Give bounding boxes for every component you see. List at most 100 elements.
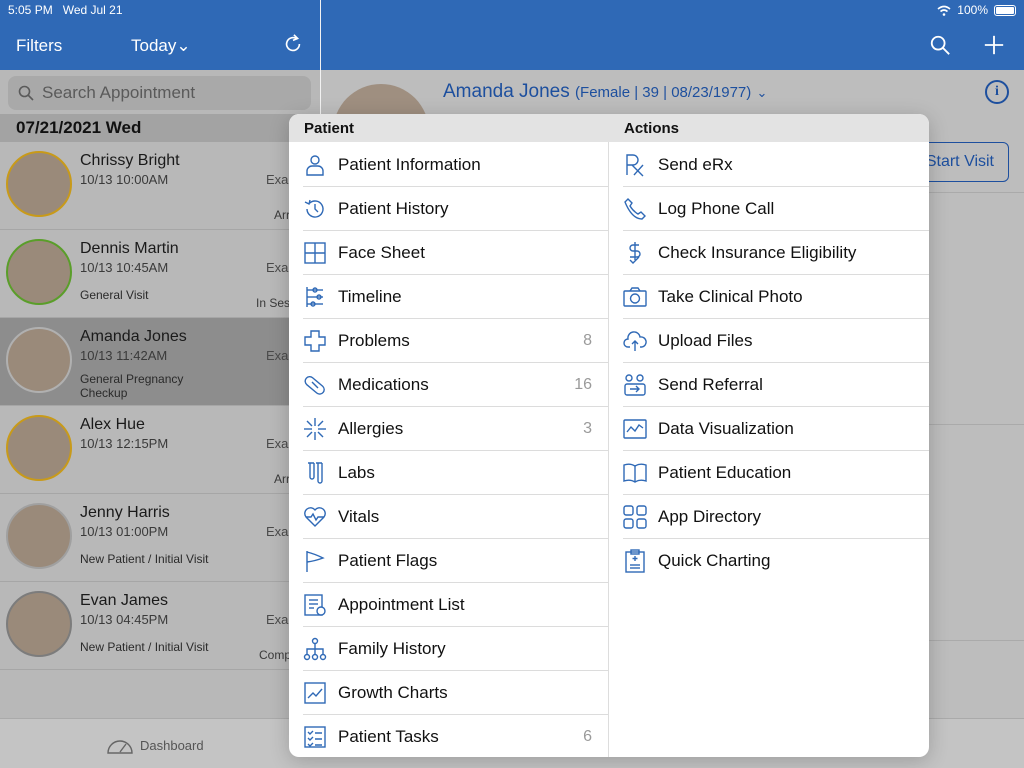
search-icon — [18, 85, 34, 101]
actions-column-title: Actions — [624, 120, 680, 137]
divider — [928, 424, 1024, 425]
appointment-status: Arr — [274, 472, 290, 486]
menu-item-data-visualization[interactable]: Data Visualization — [609, 407, 929, 451]
menu-item-growth-charts[interactable]: Growth Charts — [289, 671, 608, 715]
appointment-name: Alex Hue — [80, 416, 145, 433]
menu-item-label: Send eRx — [658, 155, 733, 174]
menu-item-label: Allergies — [338, 419, 404, 438]
dollar-check-icon — [623, 241, 647, 265]
patient-name: Amanda Jones — [443, 81, 570, 102]
appointment-status: Comp — [259, 648, 292, 662]
chevron-down-icon: ⌄ — [756, 85, 768, 100]
cross-icon — [303, 329, 327, 353]
start-visit-button[interactable]: Start Visit — [916, 142, 1009, 182]
menu-item-labs[interactable]: Labs — [289, 451, 608, 495]
menu-item-label: Log Phone Call — [658, 199, 775, 218]
menu-item-label: Appointment List — [338, 595, 465, 614]
menu-item-appointment-list[interactable]: Appointment List — [289, 583, 608, 627]
filters-button[interactable]: Filters — [16, 36, 62, 56]
checklist-icon — [303, 725, 327, 749]
appointment-list-pane: Search Appointment 07/21/2021 Wed Chriss… — [0, 70, 320, 718]
appointment-visit-type: New Patient / Initial Visit — [80, 552, 209, 566]
menu-item-app-directory[interactable]: App Directory — [609, 495, 929, 539]
appointment-time: 10/13 04:45PM — [80, 612, 169, 627]
search-appointment-input[interactable]: Search Appointment — [8, 76, 311, 110]
menu-item-problems[interactable]: Problems 8 — [289, 319, 608, 363]
appointment-row[interactable]: Jenny Harris 10/13 01:00PM New Patient /… — [0, 494, 320, 582]
menu-item-label: Growth Charts — [338, 683, 448, 702]
appointment-name: Dennis Martin — [80, 240, 179, 257]
appointment-time: 10/13 12:15PM — [80, 436, 169, 451]
appointment-time: 10/13 10:00AM — [80, 172, 169, 187]
menu-item-log-phone-call[interactable]: Log Phone Call — [609, 187, 929, 231]
appointment-room: Exa — [266, 348, 289, 363]
cloud-upload-icon — [623, 329, 647, 353]
appointment-row[interactable]: Alex Hue 10/13 12:15PM Exa Arr — [0, 406, 320, 494]
menu-item-count: 8 — [583, 332, 592, 349]
appointment-room: Exa — [266, 524, 289, 539]
appointment-name: Amanda Jones — [80, 328, 187, 345]
info-icon[interactable]: i — [985, 80, 1009, 104]
search-placeholder: Search Appointment — [42, 83, 196, 102]
menu-item-label: Take Clinical Photo — [658, 287, 803, 306]
appointment-status: Arr — [274, 208, 290, 222]
rx-icon — [623, 153, 647, 177]
menu-item-label: App Directory — [658, 507, 761, 526]
refresh-icon[interactable] — [282, 33, 304, 55]
menu-item-patient-tasks[interactable]: Patient Tasks 6 — [289, 715, 608, 757]
menu-item-allergies[interactable]: Allergies 3 — [289, 407, 608, 451]
appointment-room: Exa — [266, 612, 289, 627]
menu-item-timeline[interactable]: Timeline — [289, 275, 608, 319]
wifi-icon — [937, 5, 951, 16]
menu-item-send-referral[interactable]: Send Referral — [609, 363, 929, 407]
appointment-row-selected[interactable]: Amanda Jones 10/13 11:42AM General Pregn… — [0, 318, 320, 406]
appointment-room: Exa — [266, 172, 289, 187]
history-icon — [303, 197, 327, 221]
avatar — [6, 151, 72, 217]
phone-icon — [623, 197, 647, 221]
today-dropdown[interactable]: Today⌄ — [131, 36, 191, 56]
menu-item-label: Patient Information — [338, 155, 481, 174]
appointment-status: In Ses — [256, 296, 291, 310]
patient-meta: (Female | 39 | 08/23/1977) — [575, 84, 752, 101]
date-header: 07/21/2021 Wed — [0, 114, 320, 142]
menu-item-patient-history[interactable]: Patient History — [289, 187, 608, 231]
clipboard-icon — [623, 549, 647, 573]
menu-item-take-clinical-photo[interactable]: Take Clinical Photo — [609, 275, 929, 319]
flask-icon — [303, 461, 327, 485]
menu-item-patient-information[interactable]: Patient Information — [289, 143, 608, 187]
menu-item-send-erx[interactable]: Send eRx — [609, 143, 929, 187]
timeline-icon — [303, 285, 327, 309]
appointment-row[interactable]: Chrissy Bright 10/13 10:00AM Exa Arr — [0, 142, 320, 230]
menu-item-label: Upload Files — [658, 331, 753, 350]
avatar — [6, 327, 72, 393]
appointment-row[interactable]: Dennis Martin 10/13 10:45AM General Visi… — [0, 230, 320, 318]
menu-item-upload-files[interactable]: Upload Files — [609, 319, 929, 363]
menu-item-patient-flags[interactable]: Patient Flags — [289, 539, 608, 583]
battery-percent: 100% — [957, 3, 988, 17]
menu-item-patient-education[interactable]: Patient Education — [609, 451, 929, 495]
menu-item-family-history[interactable]: Family History — [289, 627, 608, 671]
chart-icon — [303, 681, 327, 705]
search-icon[interactable] — [929, 34, 951, 56]
menu-item-count: 3 — [583, 420, 592, 437]
menu-item-face-sheet[interactable]: Face Sheet — [289, 231, 608, 275]
menu-item-vitals[interactable]: Vitals — [289, 495, 608, 539]
appointment-row[interactable]: Evan James 10/13 04:45PM New Patient / I… — [0, 582, 320, 670]
add-icon[interactable] — [983, 34, 1005, 56]
menu-item-label: Patient Education — [658, 463, 792, 482]
avatar — [6, 239, 72, 305]
appointment-time: 10/13 11:42AM — [80, 348, 168, 363]
menu-item-quick-charting[interactable]: Quick Charting — [609, 539, 929, 583]
divider — [928, 192, 1024, 193]
appointment-time: 10/13 01:00PM — [80, 524, 169, 539]
menu-item-label: Data Visualization — [658, 419, 794, 438]
avatar — [6, 415, 72, 481]
appointment-name: Jenny Harris — [80, 504, 170, 521]
menu-item-medications[interactable]: Medications 16 — [289, 363, 608, 407]
menu-item-check-insurance-eligibility[interactable]: Check Insurance Eligibility — [609, 231, 929, 275]
tab-dashboard[interactable]: Dashboard — [106, 735, 204, 755]
patient-header[interactable]: Amanda Jones (Female | 39 | 08/23/1977) … — [443, 81, 767, 103]
menu-item-label: Problems — [338, 331, 410, 350]
right-nav-bar: 100% — [321, 0, 1024, 70]
